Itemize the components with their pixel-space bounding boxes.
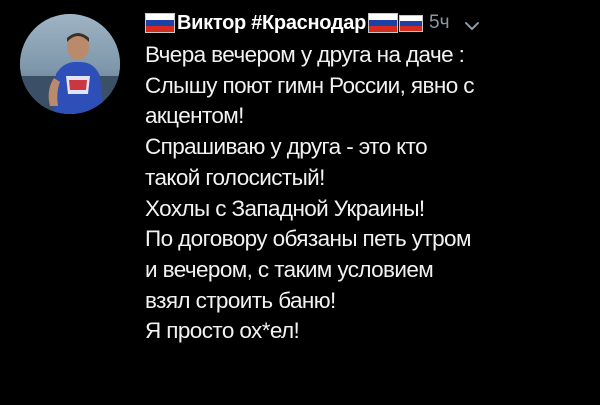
author-name[interactable]: Виктор #Краснодар xyxy=(177,12,366,35)
tweet-text-line: такой голосистый! xyxy=(145,164,325,190)
tweet-card: Виктор #Краснодар 5ч Вчера вечером у дру… xyxy=(0,0,600,405)
tweet-text-line: Вчера вечером у друга на даче : xyxy=(145,42,465,67)
tweet-text-line: акцентом! xyxy=(145,103,244,129)
tweet-text-line: Слышу поют гимн России, явно с xyxy=(145,72,475,98)
tweet-text-line: Спрашиваю у друга - это кто xyxy=(145,134,428,160)
russian-flag-icon xyxy=(145,13,175,33)
tweet-text-line: взял строить баню! xyxy=(145,287,336,313)
tweet-text-line: и вечером, с таким условием xyxy=(145,256,434,282)
tweet-text: Вчера вечером у друга на даче : Слышу по… xyxy=(145,40,585,347)
russian-flag-icon xyxy=(368,13,399,33)
russian-flag-icon xyxy=(399,14,424,32)
tweet-timestamp[interactable]: 5ч xyxy=(429,12,449,34)
tweet-text-line: Хохлы с Западной Украины! xyxy=(145,195,425,221)
tweet-text-line: Я просто ох*ел! xyxy=(145,318,300,344)
tweet-text-line: По договору обязаны петь утром xyxy=(145,226,471,252)
chevron-down-icon[interactable] xyxy=(464,18,480,30)
avatar[interactable] xyxy=(20,14,120,114)
tweet-header: Виктор #Краснодар 5ч xyxy=(145,8,585,38)
